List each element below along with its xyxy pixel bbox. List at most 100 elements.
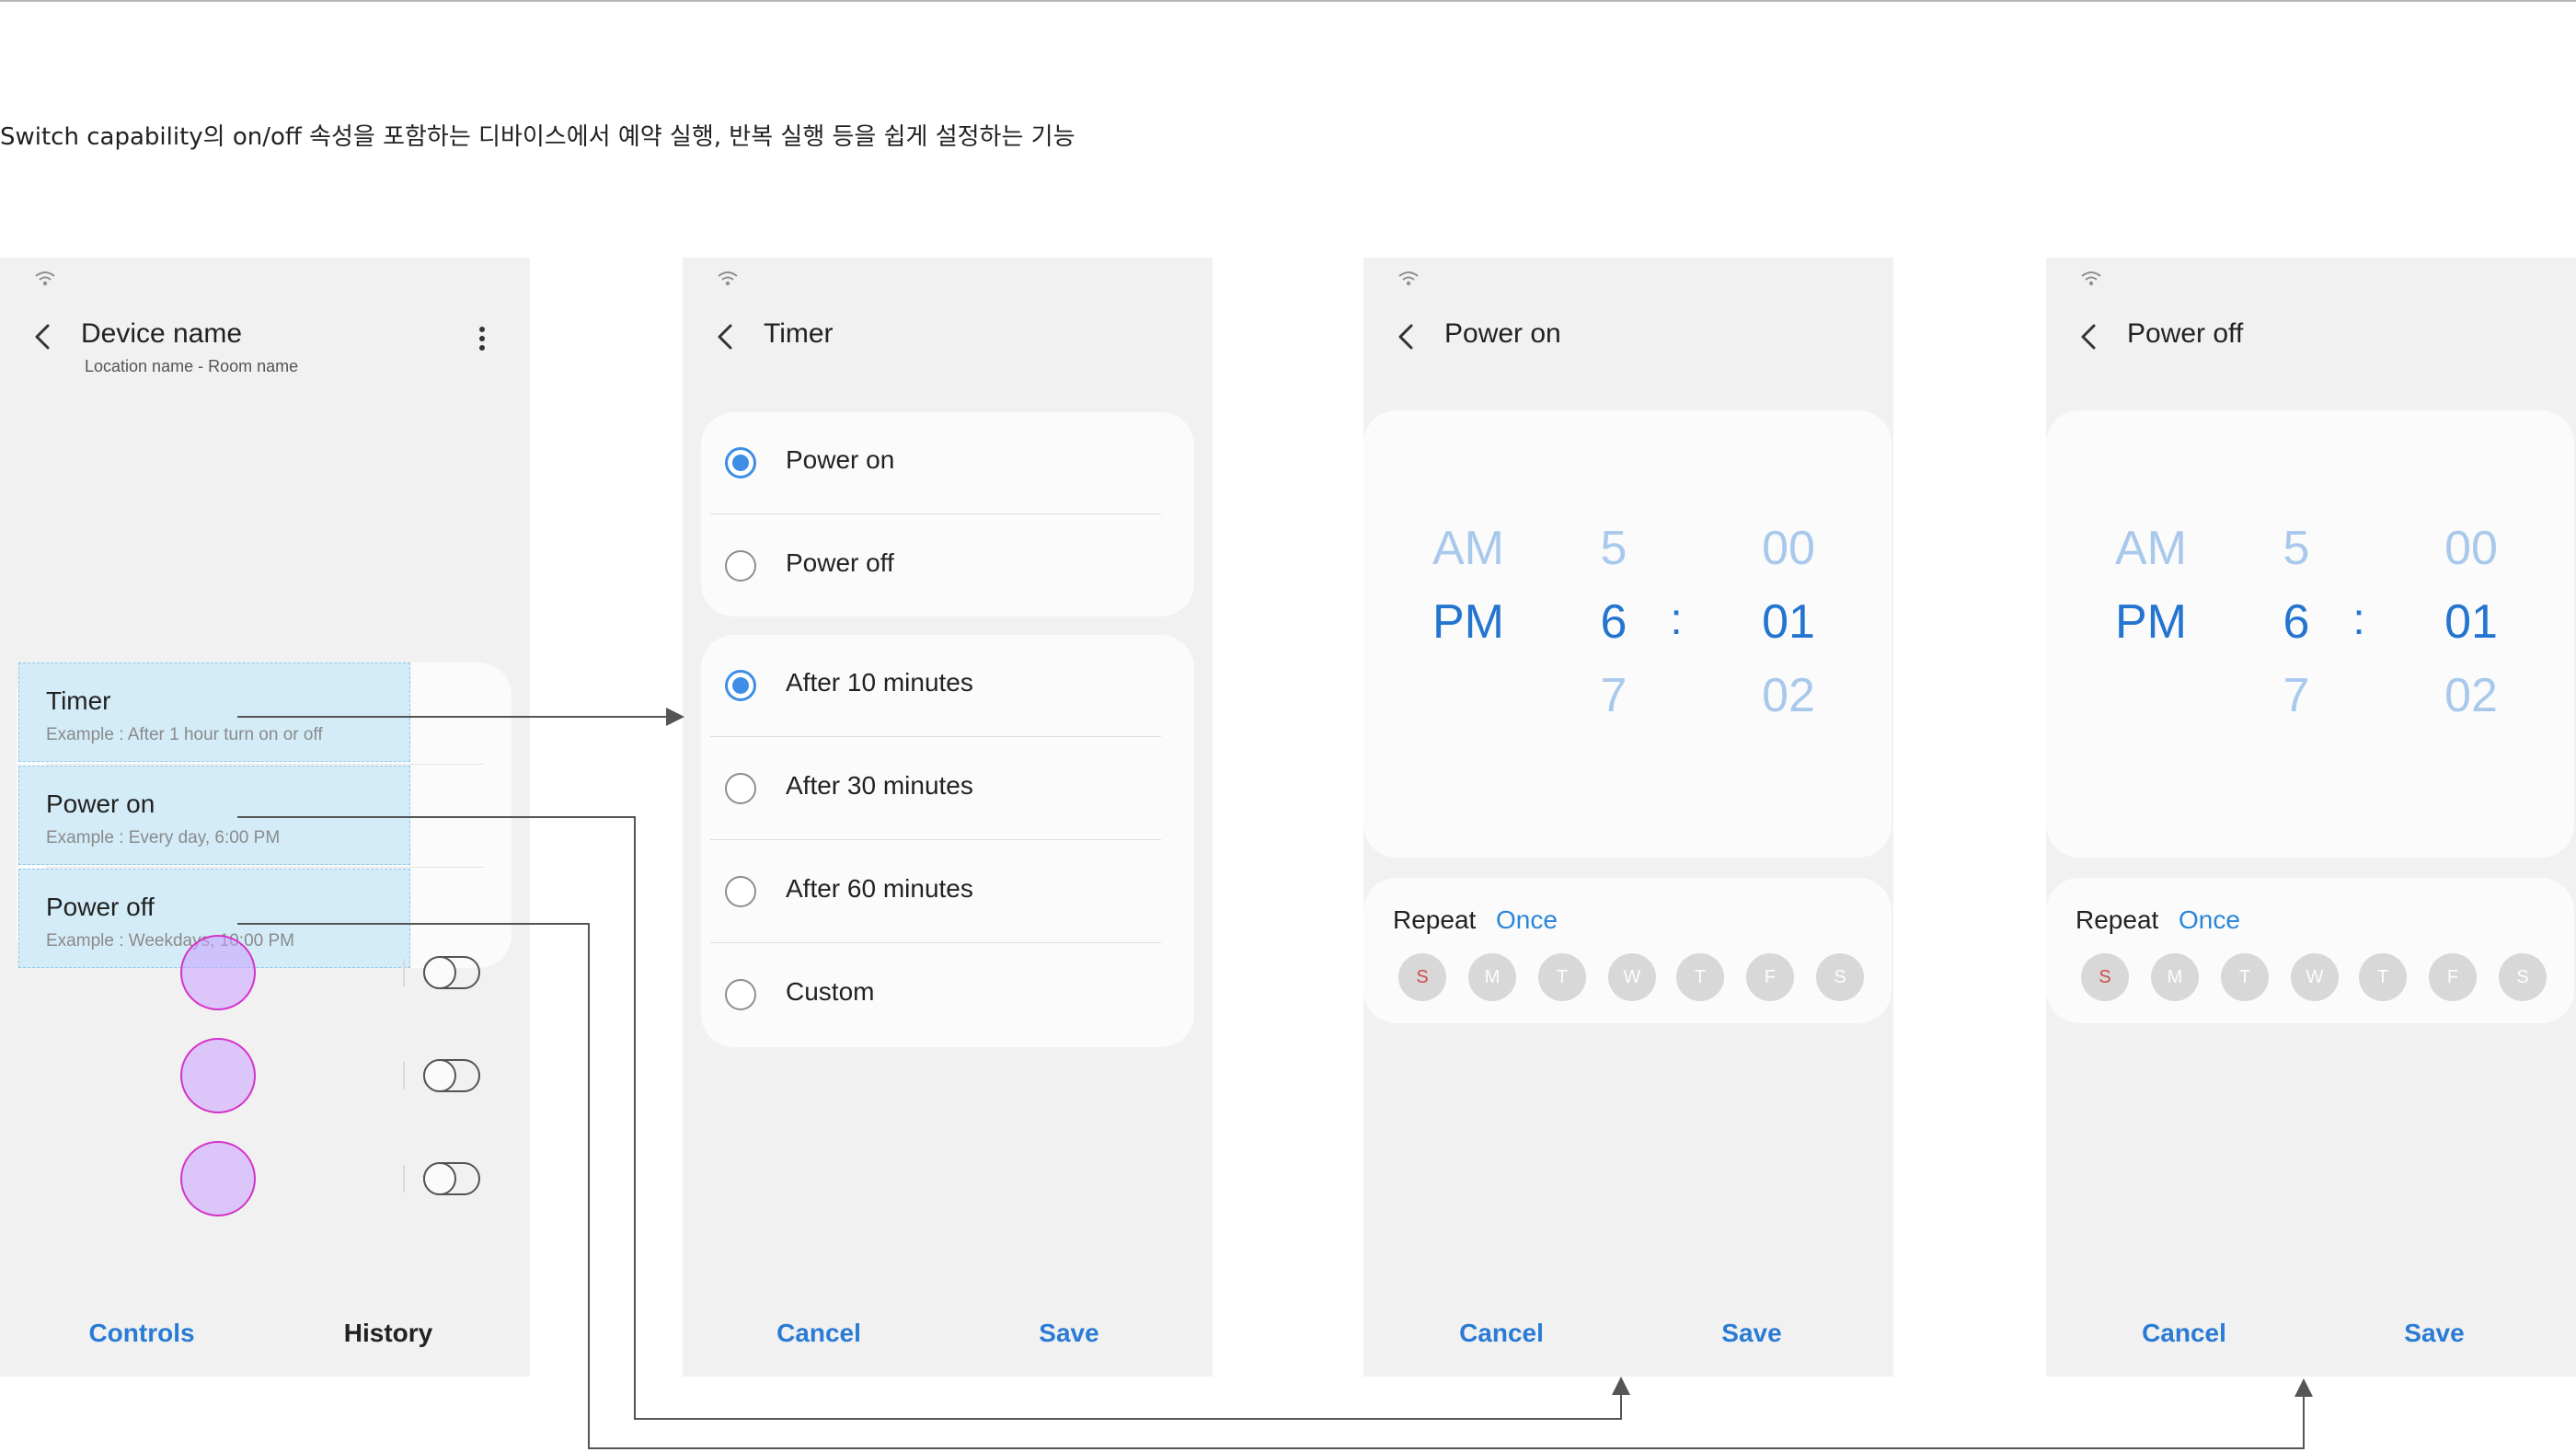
back-arrow-icon[interactable]: [31, 318, 55, 355]
timer-row-example: Example : After 1 hour turn on or off: [46, 725, 323, 744]
day-tuesday[interactable]: T: [1538, 953, 1586, 1001]
radio-button-selected[interactable]: [725, 447, 756, 478]
radio-power-on[interactable]: Power on: [710, 412, 1161, 515]
more-vertical-icon[interactable]: [473, 320, 491, 357]
picker-minute-selected[interactable]: 01: [2416, 594, 2526, 650]
repeat-label: Repeat: [2076, 905, 2159, 934]
cancel-button[interactable]: Cancel: [1391, 1319, 1612, 1348]
radio-custom[interactable]: Custom: [710, 944, 1161, 1047]
radio-after-60-minutes[interactable]: After 60 minutes: [710, 841, 1161, 944]
radio-label: After 30 minutes: [786, 771, 973, 800]
page-title: Power off: [2127, 318, 2244, 349]
back-arrow-icon[interactable]: [714, 318, 738, 355]
power-off-screen: Power off AM PM 5 6 7 : 00 01 02 Repeat …: [2046, 258, 2576, 1377]
repeat-card: Repeat Once S M T W T F S: [1363, 878, 1892, 1023]
picker-hour[interactable]: 7: [2241, 668, 2352, 723]
row-divider: [46, 867, 484, 868]
picker-hour[interactable]: 5: [1558, 521, 1669, 576]
picker-pm-selected[interactable]: PM: [1413, 594, 1524, 650]
cancel-button[interactable]: Cancel: [708, 1319, 929, 1348]
tab-history[interactable]: History: [278, 1319, 499, 1348]
wifi-icon: [1398, 271, 1419, 286]
option-divider: [710, 839, 1161, 840]
day-wednesday[interactable]: W: [1608, 953, 1656, 1001]
radio-button-selected[interactable]: [725, 670, 756, 701]
day-monday[interactable]: M: [1468, 953, 1516, 1001]
timer-screen: Timer Power on Power off After 10 minute…: [683, 258, 1213, 1377]
picker-minute[interactable]: 00: [1733, 521, 1844, 576]
wifi-icon: [35, 271, 55, 286]
save-button[interactable]: Save: [2324, 1319, 2545, 1348]
option-divider: [710, 513, 1161, 514]
page-caption: Switch capability의 on/off 속성을 포함하는 디바이스에…: [0, 123, 1075, 151]
option-divider: [710, 942, 1161, 943]
radio-label: After 10 minutes: [786, 668, 973, 697]
row-divider: [46, 764, 484, 765]
day-friday[interactable]: F: [1746, 953, 1794, 1001]
picker-am[interactable]: AM: [2096, 521, 2206, 576]
radio-label: Custom: [786, 977, 875, 1006]
radio-label: After 60 minutes: [786, 874, 973, 903]
day-tuesday[interactable]: T: [2221, 953, 2269, 1001]
toggle-separator: [403, 1165, 405, 1193]
picker-minute[interactable]: 02: [2416, 668, 2526, 723]
location-subtitle: Location name - Room name: [85, 357, 299, 375]
radio-button[interactable]: [725, 550, 756, 582]
radio-after-30-minutes[interactable]: After 30 minutes: [710, 738, 1161, 841]
back-arrow-icon[interactable]: [1395, 318, 1419, 355]
power-on-screen: Power on AM PM 5 6 7 : 00 01 02 Repeat O…: [1363, 258, 1893, 1377]
page-title: Device name: [81, 318, 243, 349]
picker-colon: :: [1670, 595, 1683, 644]
picker-hour[interactable]: 7: [1558, 668, 1669, 723]
day-thursday[interactable]: T: [1676, 953, 1724, 1001]
day-monday[interactable]: M: [2151, 953, 2199, 1001]
picker-minute[interactable]: 00: [2416, 521, 2526, 576]
timer-toggle[interactable]: [423, 956, 480, 989]
power-off-flow-line: [237, 923, 2313, 1449]
picker-hour[interactable]: 5: [2241, 521, 2352, 576]
time-picker-card[interactable]: AM PM 5 6 7 : 00 01 02: [2046, 410, 2574, 858]
picker-am[interactable]: AM: [1413, 521, 1524, 576]
radio-label: Power off: [786, 548, 894, 577]
repeat-value[interactable]: Once: [1496, 905, 1558, 935]
time-picker-card[interactable]: AM PM 5 6 7 : 00 01 02: [1363, 410, 1892, 858]
radio-power-off[interactable]: Power off: [710, 515, 1161, 618]
touch-indicator: [180, 1141, 256, 1216]
picker-minute-selected[interactable]: 01: [1733, 594, 1844, 650]
toggle-separator: [403, 1062, 405, 1089]
back-arrow-icon[interactable]: [2077, 318, 2101, 355]
touch-indicator: [180, 935, 256, 1010]
day-sunday[interactable]: S: [2081, 953, 2129, 1001]
repeat-label: Repeat: [1393, 905, 1477, 934]
day-friday[interactable]: F: [2429, 953, 2477, 1001]
day-saturday[interactable]: S: [1816, 953, 1864, 1001]
repeat-card: Repeat Once S M T W T F S: [2046, 878, 2574, 1023]
power-on-row-title: Power on: [46, 789, 155, 818]
power-off-row-example: Example : Weekdays, 10:00 PM: [46, 931, 294, 951]
power-on-row-example: Example : Every day, 6:00 PM: [46, 828, 281, 847]
tab-controls[interactable]: Controls: [31, 1319, 252, 1348]
repeat-value[interactable]: Once: [2179, 905, 2240, 935]
day-wednesday[interactable]: W: [2291, 953, 2339, 1001]
radio-after-10-minutes[interactable]: After 10 minutes: [710, 635, 1161, 738]
power-on-toggle[interactable]: [423, 1059, 480, 1092]
toggle-separator: [403, 959, 405, 986]
power-off-toggle[interactable]: [423, 1162, 480, 1195]
cancel-button[interactable]: Cancel: [2074, 1319, 2294, 1348]
radio-button[interactable]: [725, 876, 756, 907]
day-saturday[interactable]: S: [2499, 953, 2547, 1001]
day-sunday[interactable]: S: [1398, 953, 1446, 1001]
page-title: Power on: [1444, 318, 1561, 349]
picker-hour-selected[interactable]: 6: [1558, 594, 1669, 650]
save-button[interactable]: Save: [1641, 1319, 1862, 1348]
picker-pm-selected[interactable]: PM: [2096, 594, 2206, 650]
power-off-row-title: Power off: [46, 893, 155, 921]
timer-row-title: Timer: [46, 686, 111, 715]
picker-minute[interactable]: 02: [1733, 668, 1844, 723]
radio-button[interactable]: [725, 979, 756, 1010]
touch-indicator: [180, 1038, 256, 1113]
save-button[interactable]: Save: [959, 1319, 1179, 1348]
day-thursday[interactable]: T: [2359, 953, 2407, 1001]
picker-hour-selected[interactable]: 6: [2241, 594, 2352, 650]
radio-button[interactable]: [725, 773, 756, 804]
